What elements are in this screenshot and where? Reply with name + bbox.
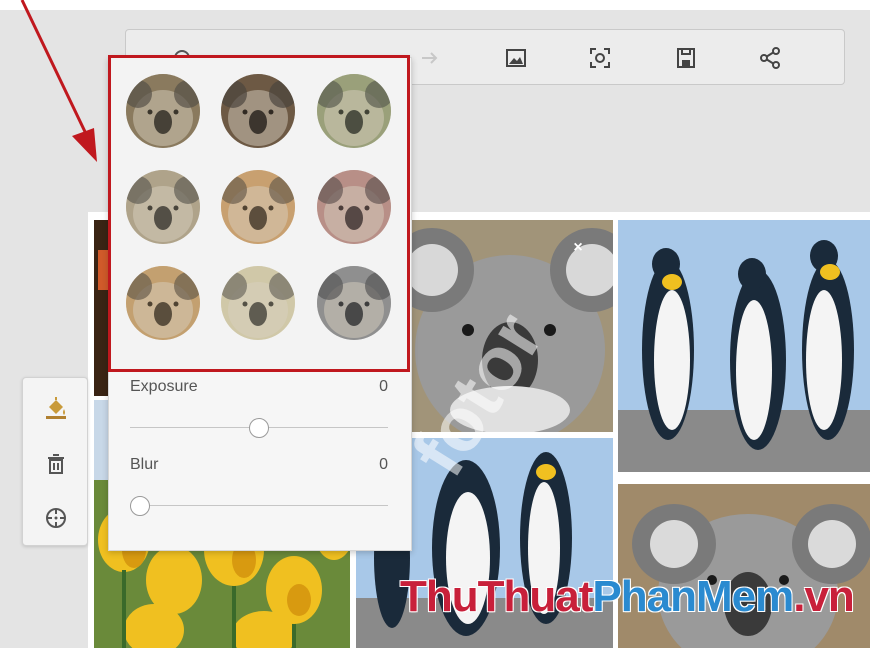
position-button[interactable] (42, 504, 70, 532)
filter-preset-3[interactable] (317, 74, 391, 148)
filter-preset-2[interactable] (221, 74, 295, 148)
exposure-label: Exposure (130, 378, 198, 395)
collage-tile-koala-bottom[interactable] (618, 484, 870, 648)
image-icon (506, 49, 526, 67)
save-button[interactable] (672, 44, 700, 72)
filter-preset-8[interactable] (221, 266, 295, 340)
save-icon (677, 48, 695, 68)
tile-close-icon[interactable]: × (570, 240, 586, 256)
delete-button[interactable] (42, 450, 70, 478)
filter-preset-6[interactable] (317, 170, 391, 244)
collage-tile-penguins-right[interactable] (618, 220, 870, 472)
top-strip (0, 0, 870, 10)
filter-preset-9[interactable] (317, 266, 391, 340)
redo-button[interactable] (416, 44, 444, 72)
side-tool-dock (22, 377, 88, 546)
filter-preset-1[interactable] (126, 74, 200, 148)
trash-icon (48, 454, 64, 474)
screenshot-icon (590, 48, 610, 68)
filter-preset-7[interactable] (126, 266, 200, 340)
blur-slider-knob[interactable] (130, 496, 150, 516)
blur-value: 0 (379, 456, 388, 473)
site-watermark: ThuThuatPhanMem.vn (400, 572, 855, 621)
paint-bucket-icon (46, 397, 66, 419)
share-button[interactable] (756, 44, 784, 72)
screenshot-button[interactable] (586, 44, 614, 72)
filter-preset-5[interactable] (221, 170, 295, 244)
exposure-value: 0 (379, 378, 388, 395)
blur-slider-track[interactable] (130, 505, 388, 506)
image-button[interactable] (502, 44, 530, 72)
fill-button[interactable] (42, 394, 70, 422)
exposure-slider-knob[interactable] (249, 418, 269, 438)
crosshair-icon (46, 508, 66, 528)
annotation-arrow (20, 0, 97, 162)
filter-preset-4[interactable] (126, 170, 200, 244)
share-icon (760, 47, 780, 69)
blur-label: Blur (130, 456, 159, 473)
filter-preset-grid (108, 55, 410, 372)
redo-icon (422, 52, 438, 64)
